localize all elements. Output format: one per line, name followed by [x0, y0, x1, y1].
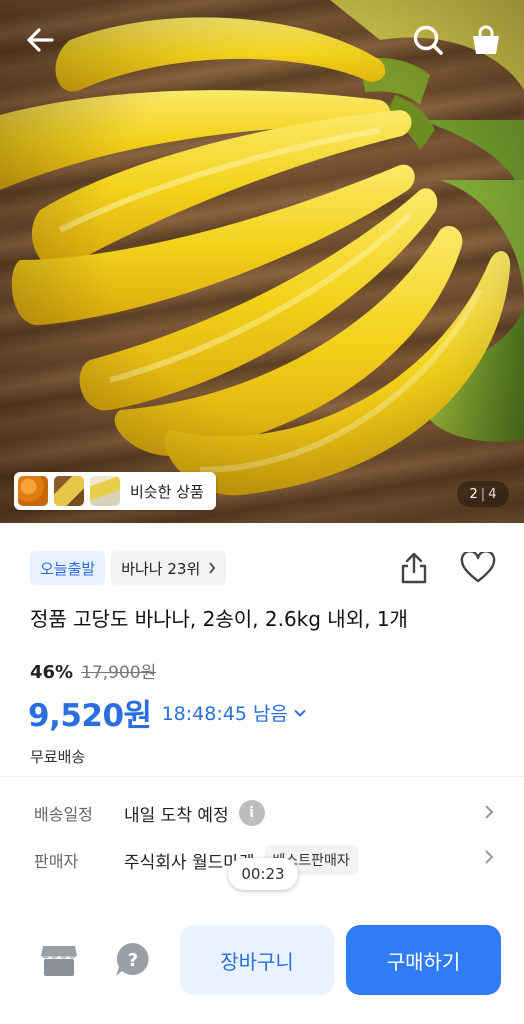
similar-products-chip[interactable]: 비슷한 상품	[14, 472, 216, 510]
heart-icon	[460, 552, 496, 583]
delivery-value: 내일 도착 예정	[124, 805, 229, 826]
delivery-key: 배송일정	[34, 805, 93, 824]
chevron-right-icon	[485, 850, 494, 864]
share-icon	[401, 552, 427, 584]
free-shipping-label: 무료배송	[30, 748, 86, 766]
today-shipping-badge: 오늘출발	[30, 551, 106, 585]
svg-text:?: ?	[128, 950, 138, 971]
chevron-down-icon	[294, 709, 306, 717]
shopping-bag-icon	[473, 25, 499, 54]
wishlist-button[interactable]	[458, 550, 498, 586]
back-arrow-icon	[27, 28, 54, 52]
chevron-right-icon	[485, 805, 494, 819]
help-button[interactable]: ?	[110, 938, 156, 982]
page-total: 4	[488, 486, 497, 502]
video-timer-badge[interactable]: 00:23	[228, 858, 298, 890]
help-icon: ?	[116, 942, 149, 976]
similar-thumb-banana-slices	[90, 476, 120, 506]
delivery-schedule-row[interactable]: 배송일정 내일 도착 예정 i	[34, 800, 494, 826]
similar-thumb-oranges	[18, 476, 48, 506]
add-to-cart-button[interactable]: 장바구니	[180, 925, 334, 995]
deal-timer-text: 18:48:45 남음	[161, 703, 288, 725]
seller-key: 판매자	[34, 852, 79, 871]
page-separator: |	[480, 486, 486, 502]
similar-products-label: 비슷한 상품	[130, 482, 204, 501]
original-price: 17,900원	[81, 663, 157, 683]
product-image[interactable]: 비슷한 상품 2 | 4	[0, 0, 524, 523]
info-icon[interactable]: i	[238, 800, 265, 826]
product-title: 정품 고당도 바나나, 2송이, 2.6kg 내외, 1개	[30, 607, 408, 631]
search-icon	[413, 25, 443, 55]
price-row: 9,520원 18:48:45 남음	[28, 690, 306, 735]
deal-timer[interactable]: 18:48:45 남음	[162, 699, 306, 726]
image-vignette	[0, 0, 524, 523]
rank-label: 바나나 23위	[121, 559, 201, 578]
chevron-right-icon	[209, 562, 216, 574]
category-rank-link[interactable]: 바나나 23위	[111, 551, 227, 585]
store-button[interactable]	[36, 938, 82, 982]
shopping-bag-button[interactable]	[466, 20, 506, 60]
discount-row: 46% 17,900원	[30, 658, 156, 683]
image-page-counter: 2 | 4	[457, 481, 509, 507]
buy-now-button[interactable]: 구매하기	[346, 925, 501, 995]
discount-rate: 46%	[30, 662, 74, 683]
search-button[interactable]	[408, 20, 448, 60]
badge-row: 오늘출발 바나나 23위	[30, 551, 227, 585]
section-divider	[0, 776, 524, 777]
share-button[interactable]	[396, 550, 432, 586]
store-icon	[41, 946, 77, 976]
page-current: 2	[469, 486, 478, 502]
sale-price: 9,520원	[28, 698, 152, 734]
similar-thumb-bananas	[54, 476, 84, 506]
back-button[interactable]	[20, 20, 60, 60]
